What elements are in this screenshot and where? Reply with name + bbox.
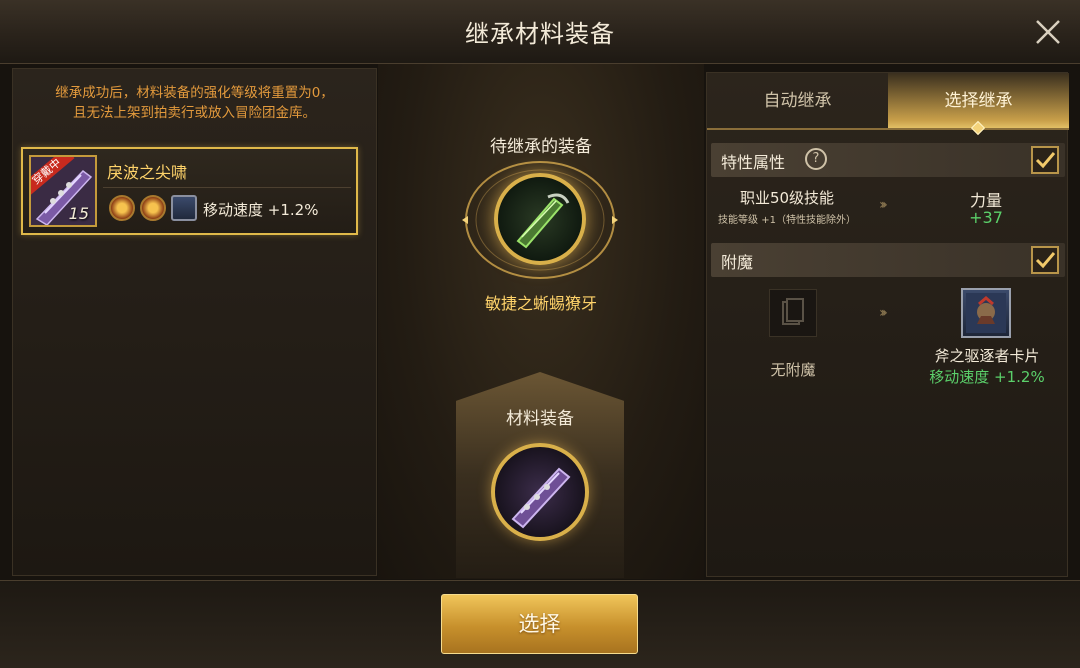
skill-subtitle: 技能等级 +1（特性技能除外） xyxy=(718,215,856,226)
inherit-notice: 继承成功后，材料装备的强化等级将重置为0， 且无法上架到拍卖行或放入冒险团金库。 xyxy=(13,83,376,123)
card-placeholder-icon xyxy=(782,298,804,325)
item-stat: 移动速度 +1.2% xyxy=(203,201,319,219)
close-button[interactable] xyxy=(1032,16,1064,48)
checkmark-icon xyxy=(1035,152,1056,169)
close-icon xyxy=(1036,20,1060,44)
card-name: 斧之驱逐者卡片 xyxy=(934,347,1040,365)
select-button[interactable]: 选择 xyxy=(441,594,638,654)
monster-card-icon xyxy=(966,293,1006,333)
material-equipment-slot[interactable] xyxy=(491,443,589,541)
skill-title: 职业50级技能 xyxy=(739,189,835,207)
pending-equipment-name: 敏捷之蜥蜴獠牙 xyxy=(484,294,597,313)
inherit-options-panel: 自动继承 选择继承 特性属性 ? 职业50级技能 技能等级 +1（特性技能除外）… xyxy=(706,72,1069,577)
tab-auto-inherit[interactable]: 自动继承 xyxy=(707,73,888,129)
checkmark-icon xyxy=(1035,252,1056,269)
empty-card-slot xyxy=(769,289,817,337)
card-stat: 移动速度 +1.2% xyxy=(929,368,1045,386)
sword-icon xyxy=(511,467,571,529)
trait-section-header: 特性属性 ? xyxy=(711,143,1065,177)
emblem-icon xyxy=(140,195,166,221)
item-thumbnail: 穿戴中 15 xyxy=(29,155,97,227)
help-icon[interactable]: ? xyxy=(805,148,827,170)
tab-underline xyxy=(707,128,1069,130)
card-icon xyxy=(171,195,197,221)
material-item-card[interactable]: 穿戴中 15 戾波之尖啸 移动速度 +1.2% xyxy=(21,147,358,235)
material-list-panel: 继承成功后，材料装备的强化等级将重置为0， 且无法上架到拍卖行或放入冒险团金库。… xyxy=(12,68,377,576)
notice-line-2: 且无法上架到拍卖行或放入冒险团金库。 xyxy=(73,105,316,121)
claw-weapon-icon xyxy=(516,193,570,249)
arrow-right-icon: ››› xyxy=(879,305,888,321)
notice-line-1: 继承成功后，材料装备的强化等级将重置为0， xyxy=(55,85,334,101)
title-bar: 继承材料装备 xyxy=(0,0,1080,64)
enchant-checkbox[interactable] xyxy=(1031,246,1059,274)
divider xyxy=(103,187,351,188)
item-name: 戾波之尖啸 xyxy=(107,163,188,182)
trait-checkbox[interactable] xyxy=(1031,146,1059,174)
material-equipment-label: 材料装备 xyxy=(506,409,574,429)
trait-label: 特性属性 xyxy=(721,153,786,172)
window-title: 继承材料装备 xyxy=(465,20,615,48)
no-enchant-label: 无附魔 xyxy=(770,361,816,379)
pending-equipment-slot[interactable] xyxy=(494,173,586,265)
pending-equipment-label: 待继承的装备 xyxy=(490,137,592,157)
item-level: 15 xyxy=(68,204,89,223)
enchant-label: 附魔 xyxy=(721,253,754,272)
emblem-icon xyxy=(109,195,135,221)
arrow-right-icon: ››› xyxy=(879,197,888,213)
stat-value: +37 xyxy=(969,208,1003,227)
enchant-section-header: 附魔 xyxy=(711,243,1065,277)
enchant-card-slot xyxy=(961,288,1011,338)
